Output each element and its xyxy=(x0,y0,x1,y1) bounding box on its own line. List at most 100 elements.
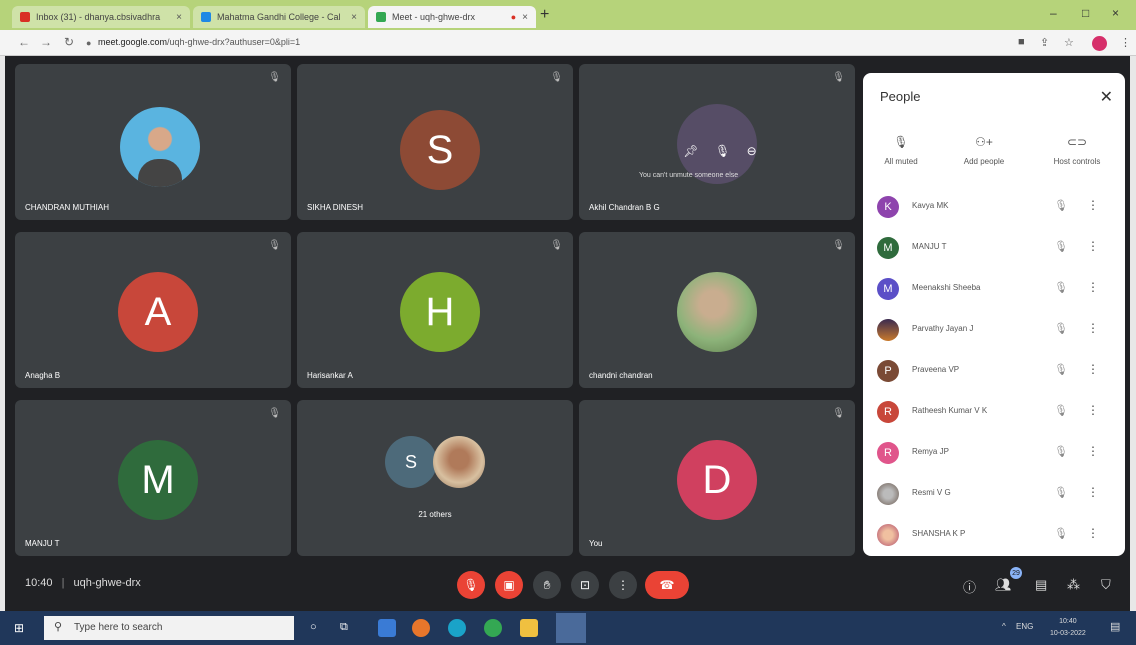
file-explorer-icon[interactable] xyxy=(520,619,538,637)
lock-icon: ● xyxy=(86,38,92,48)
list-item[interactable]: R Remya JP 🎙︎ ⋮ xyxy=(863,434,1125,474)
mic-off-icon[interactable]: 🎙︎ xyxy=(1054,527,1068,540)
more-options-icon[interactable]: ⋮ xyxy=(1087,321,1099,335)
mic-off-icon[interactable]: 🎙︎ xyxy=(715,144,730,164)
chat-icon[interactable]: ▤ xyxy=(1035,577,1047,593)
mic-off-icon[interactable]: 🎙︎ xyxy=(1054,445,1068,458)
menu-icon[interactable]: ⋮ xyxy=(1120,36,1131,49)
self-tile[interactable]: 🎙︎ D You xyxy=(579,400,855,556)
close-icon[interactable]: ✕ xyxy=(1100,87,1113,107)
more-options-icon[interactable]: ⋮ xyxy=(1087,403,1099,417)
more-options-icon[interactable]: ⋮ xyxy=(1087,526,1099,540)
list-item[interactable]: M Meenakshi Sheeba 🎙︎ ⋮ xyxy=(863,270,1125,310)
notifications-icon[interactable]: ▤ xyxy=(1110,620,1120,633)
people-actions: 🎙︎ All muted ⚇+ Add people ⊂⊃ Host contr… xyxy=(871,135,1117,175)
taskbar-clock[interactable]: 10:40 10-03-2022 xyxy=(1050,616,1086,640)
store-icon[interactable] xyxy=(378,619,396,637)
new-tab-button[interactable]: + xyxy=(540,6,549,24)
participant-tile[interactable]: 🎙︎ M MANJU T xyxy=(15,400,291,556)
remove-icon[interactable]: ⊖ xyxy=(747,144,757,164)
close-window-button[interactable]: × xyxy=(1112,6,1119,20)
forward-icon[interactable]: → xyxy=(40,35,52,49)
list-item[interactable]: R Ratheesh Kumar V K 🎙︎ ⋮ xyxy=(863,393,1125,433)
mic-off-icon: 🎙︎ xyxy=(832,72,845,83)
mic-off-icon[interactable]: 🎙︎ xyxy=(1054,404,1068,417)
present-screen-icon: ⊡ xyxy=(579,578,591,592)
pin-icon[interactable]: 📌︎ xyxy=(683,144,698,164)
present-button[interactable]: ⊡ xyxy=(571,571,599,599)
participant-tile[interactable]: 🎙︎ CHANDRAN MUTHIAH xyxy=(15,64,291,220)
raise-hand-button[interactable]: ✋︎ xyxy=(533,571,561,599)
participant-tile[interactable]: 🎙︎ 📌︎ 🎙︎ ⊖ You can't unmute someone else… xyxy=(579,64,855,220)
mic-off-icon[interactable]: 🎙︎ xyxy=(1054,240,1068,253)
activities-icon[interactable]: ⁂ xyxy=(1067,577,1080,593)
tab-college[interactable]: Mahatma Gandhi College - Cal × xyxy=(193,6,365,28)
others-tile[interactable]: S 21 others xyxy=(297,400,573,556)
participant-tile[interactable]: 🎙︎ S SIKHA DINESH xyxy=(297,64,573,220)
mic-off-icon[interactable]: 🎙︎ xyxy=(1054,322,1068,335)
minimize-button[interactable]: – xyxy=(1050,6,1057,20)
share-icon[interactable]: ⇪ xyxy=(1040,36,1049,49)
mic-off-icon[interactable]: 🎙︎ xyxy=(1054,486,1068,499)
windows-start-icon[interactable]: ⊞ xyxy=(14,621,24,635)
mic-off-icon[interactable]: 🎙︎ xyxy=(1054,281,1068,294)
host-controls-icon[interactable]: ⛉ xyxy=(1101,577,1111,593)
participant-tile[interactable]: 🎙︎ chandni chandran xyxy=(579,232,855,388)
back-icon[interactable]: ← xyxy=(18,35,30,49)
chrome-icon[interactable] xyxy=(484,619,502,637)
tab-gmail[interactable]: Inbox (31) - dhanya.cbsivadhra × xyxy=(12,6,190,28)
maximize-button[interactable]: □ xyxy=(1082,6,1089,20)
edge-icon[interactable] xyxy=(448,619,466,637)
close-tab-icon[interactable]: × xyxy=(522,12,528,23)
avatar xyxy=(877,319,899,341)
participant-tile[interactable]: 🎙︎ A Anagha B xyxy=(15,232,291,388)
more-options-icon[interactable]: ⋮ xyxy=(1087,485,1099,499)
end-call-button[interactable]: ☎︎ xyxy=(645,571,689,599)
more-options-button[interactable]: ⋮ xyxy=(609,571,637,599)
list-item[interactable]: Resmi V G 🎙︎ ⋮ xyxy=(863,475,1125,515)
mic-off-icon: 🎙︎ xyxy=(832,408,845,419)
reload-icon[interactable]: ↻ xyxy=(64,35,74,49)
more-options-icon[interactable]: ⋮ xyxy=(1087,362,1099,376)
hover-note: You can't unmute someone else xyxy=(639,172,739,179)
mic-off-icon[interactable]: 🎙︎ xyxy=(1054,363,1068,376)
all-muted-button[interactable]: 🎙︎ All muted xyxy=(861,135,941,166)
participant-name: Remya JP xyxy=(912,447,949,456)
more-options-icon[interactable]: ⋮ xyxy=(1087,444,1099,458)
list-item[interactable]: SHANSHA K P 🎙︎ ⋮ xyxy=(863,516,1125,556)
list-item[interactable]: Parvathy Jayan J 🎙︎ ⋮ xyxy=(863,311,1125,351)
host-controls-button[interactable]: ⊂⊃ Host controls xyxy=(1037,135,1117,166)
mic-off-icon: 🎙︎ xyxy=(832,240,845,251)
avatar xyxy=(877,524,899,546)
mic-toggle-button[interactable]: 🎙︎ xyxy=(457,571,485,599)
list-item[interactable]: P Praveena VP 🎙︎ ⋮ xyxy=(863,352,1125,392)
mic-off-icon[interactable]: 🎙︎ xyxy=(1054,199,1068,212)
tab-meet[interactable]: Meet - uqh-ghwe-drx ● × xyxy=(368,6,536,28)
camera-icon[interactable]: ■ xyxy=(1018,36,1025,48)
cortana-icon[interactable]: ○ xyxy=(310,621,328,639)
people-icon[interactable]: 👥︎ xyxy=(995,577,1012,593)
firefox-icon[interactable] xyxy=(412,619,430,637)
taskbar-search-input[interactable]: ⚲ Type here to search xyxy=(44,616,294,640)
bookmark-star-icon[interactable]: ☆ xyxy=(1064,36,1074,49)
list-item[interactable]: M MANJU T 🎙︎ ⋮ xyxy=(863,229,1125,269)
active-app-icon[interactable] xyxy=(556,613,586,643)
people-panel-title: People xyxy=(880,89,921,104)
add-people-button[interactable]: ⚇+ Add people xyxy=(944,135,1024,166)
info-icon[interactable]: ⓘ xyxy=(963,577,976,596)
close-tab-icon[interactable]: × xyxy=(351,12,357,23)
list-item[interactable]: K Kavya MK 🎙︎ ⋮ xyxy=(863,188,1125,228)
participant-photo xyxy=(120,107,200,187)
url-path: /uqh-ghwe-drx?authuser=0&pli=1 xyxy=(167,37,301,47)
language-indicator[interactable]: ENG xyxy=(1016,622,1033,631)
url-field[interactable]: meet.google.com/uqh-ghwe-drx?authuser=0&… xyxy=(98,37,300,47)
participant-tile[interactable]: 🎙︎ H Harisankar A xyxy=(297,232,573,388)
close-tab-icon[interactable]: × xyxy=(176,12,182,23)
camera-toggle-button[interactable]: ▣ xyxy=(495,571,523,599)
more-options-icon[interactable]: ⋮ xyxy=(1087,198,1099,212)
tray-chevron-icon[interactable]: ^ xyxy=(1002,622,1006,631)
profile-avatar[interactable] xyxy=(1092,36,1107,51)
more-options-icon[interactable]: ⋮ xyxy=(1087,280,1099,294)
task-view-icon[interactable]: ⧉ xyxy=(340,621,358,639)
more-options-icon[interactable]: ⋮ xyxy=(1087,239,1099,253)
